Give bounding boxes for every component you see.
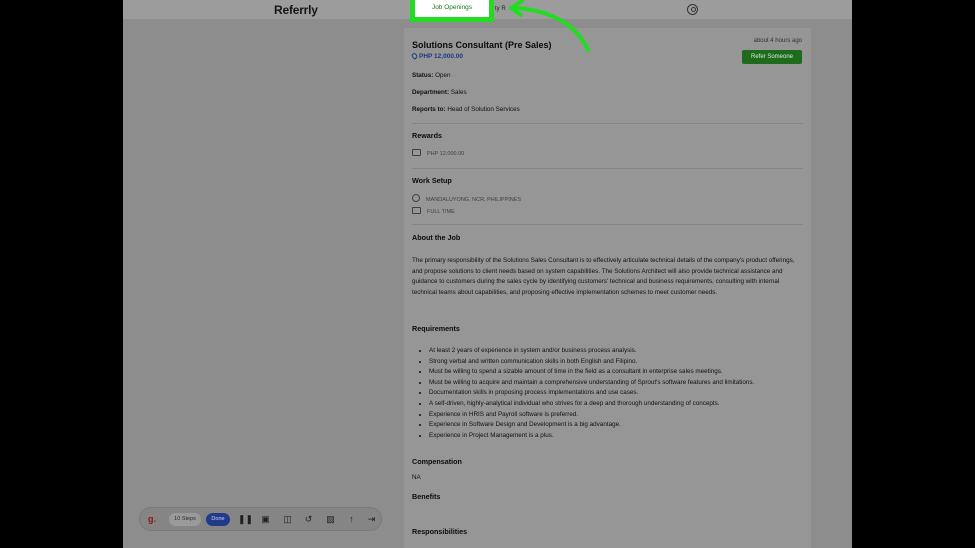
about-heading: About the Job — [412, 233, 461, 242]
brand-logo[interactable]: Referrly — [274, 3, 318, 17]
list-item: Experience in HRIS and Payroll software … — [429, 410, 809, 421]
status-value: Open — [435, 72, 451, 79]
posted-time: about 4 hours ago — [753, 38, 802, 44]
responsibilities-heading: Responsibilities — [412, 527, 468, 536]
app-window: Referrly ty R about 4 hours ago Refer So… — [123, 0, 852, 548]
money-icon — [412, 149, 421, 156]
job-type-item: FULL TIME — [412, 207, 455, 215]
image-icon[interactable]: ◫ — [282, 514, 293, 525]
list-item: Experience in Software Design and Develo… — [429, 420, 809, 431]
divider — [412, 224, 803, 225]
divider — [412, 168, 803, 169]
reports-label: Reports to: — [412, 106, 446, 113]
status-row: Status: Open — [412, 72, 451, 79]
list-item: Must be willing to spend a sizable amoun… — [429, 367, 809, 378]
recorder-toolbar: g. 10 Steps Done ❚❚ ▣ ◫ ↺ ▧ ↑ ⇥ — [139, 507, 382, 531]
divider — [412, 123, 803, 124]
status-label: Status: — [412, 72, 434, 79]
list-item: Documentation skills in proposing proces… — [429, 388, 809, 399]
salary-value: PHP 12,000.00 — [419, 53, 463, 60]
list-item: A self-driven, highly-analytical individ… — [429, 399, 809, 410]
job-openings-highlight: Job Openings — [410, 0, 494, 22]
list-item: At least 2 years of experience in system… — [429, 346, 809, 357]
compensation-heading: Compensation — [412, 457, 462, 466]
rewards-heading: Rewards — [412, 131, 442, 140]
job-type-value: FULL TIME — [427, 209, 455, 215]
location-value: MANDALUYONG, NCR, PHILIPPINES — [426, 197, 522, 203]
refer-someone-button[interactable]: Refer Someone — [742, 50, 802, 64]
benefits-heading: Benefits — [412, 492, 441, 501]
compensation-value: NA — [412, 474, 421, 481]
pause-icon[interactable]: ❚❚ — [238, 514, 253, 525]
department-label: Department: — [412, 89, 450, 96]
requirements-heading: Requirements — [412, 324, 460, 333]
user-avatar-icon[interactable] — [687, 4, 698, 15]
job-salary: PHP 12,000.00 — [410, 52, 463, 60]
done-button[interactable]: Done — [206, 513, 230, 526]
list-item: Experience in Project Management is a pl… — [429, 431, 809, 442]
job-detail-card: about 4 hours ago Refer Someone Solution… — [404, 28, 811, 548]
trash-icon[interactable]: ▧ — [325, 514, 336, 525]
job-openings-label[interactable]: Job Openings — [415, 4, 489, 11]
reward-item: PHP 12,000.00 — [412, 149, 464, 157]
pointer-arrow-icon — [509, 0, 590, 52]
location-pin-icon — [412, 194, 420, 202]
work-setup-heading: Work Setup — [412, 176, 452, 185]
upload-icon[interactable]: ↑ — [346, 514, 357, 525]
about-text: The primary responsibility of the Soluti… — [412, 257, 795, 296]
department-value: Sales — [450, 89, 467, 96]
list-item: Strong verbal and written communication … — [429, 357, 809, 368]
reports-value: Head of Solution Services — [447, 106, 520, 113]
recorder-logo: g. — [148, 514, 156, 524]
undo-icon[interactable]: ↺ — [303, 514, 314, 525]
briefcase-icon — [412, 207, 421, 214]
job-openings-nav[interactable]: Job Openings — [415, 0, 489, 17]
reward-value: PHP 12,000.00 — [427, 151, 465, 157]
department-row: Department: Sales — [412, 89, 467, 96]
pin-icon — [410, 52, 419, 60]
steps-count-button[interactable]: 10 Steps — [169, 513, 201, 526]
arrow-shaft — [512, 6, 590, 52]
stop-icon[interactable]: ▣ — [260, 514, 271, 525]
requirements-list: At least 2 years of experience in system… — [429, 346, 809, 441]
skip-icon[interactable]: ⇥ — [366, 514, 377, 525]
reports-row: Reports to: Head of Solution Services — [412, 106, 520, 113]
list-item: Must be willing to acquire and maintain … — [429, 378, 809, 389]
location-item: MANDALUYONG, NCR, PHILIPPINES — [412, 194, 521, 203]
